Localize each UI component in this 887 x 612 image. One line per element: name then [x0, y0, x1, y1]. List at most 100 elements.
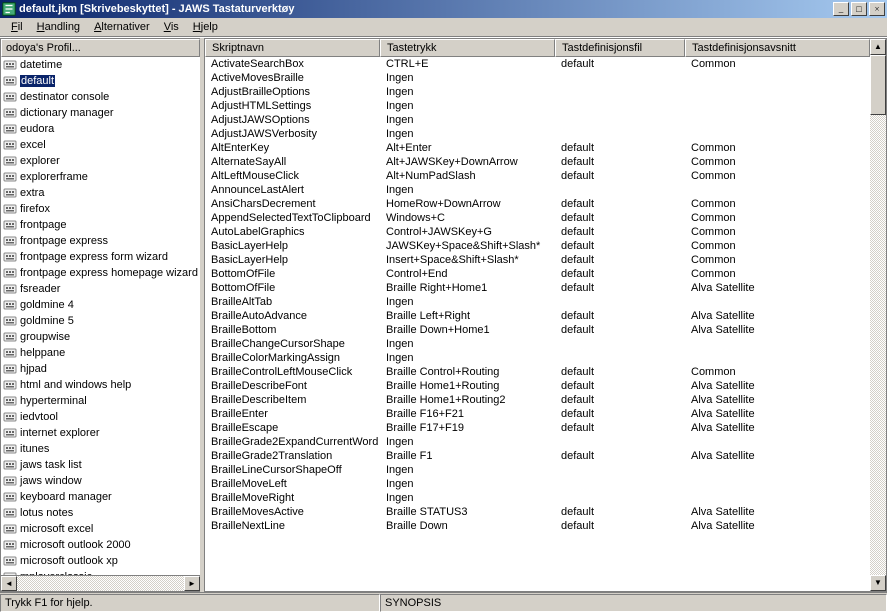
list-row[interactable]: BrailleBottomBraille Down+Home1defaultAl… — [205, 323, 870, 337]
list-row[interactable]: AlternateSayAllAlt+JAWSKey+DownArrowdefa… — [205, 155, 870, 169]
menu-handling[interactable]: Handling — [30, 19, 87, 35]
list-row[interactable]: AutoLabelGraphicsControl+JAWSKey+Gdefaul… — [205, 225, 870, 239]
menu-fil[interactable]: Fil — [4, 19, 30, 35]
menu-hjelp[interactable]: Hjelp — [186, 19, 225, 35]
list-row[interactable]: AdjustJAWSOptionsIngen — [205, 113, 870, 127]
scroll-track[interactable] — [870, 55, 886, 575]
scroll-left-icon[interactable]: ◄ — [1, 576, 17, 591]
tree-item[interactable]: extra — [1, 185, 200, 201]
list-row[interactable]: BrailleGrade2ExpandCurrentWordIngen — [205, 435, 870, 449]
tree-item[interactable]: iedvtool — [1, 409, 200, 425]
list-row[interactable]: ActivateSearchBoxCTRL+EdefaultCommon — [205, 57, 870, 71]
list-row[interactable]: BrailleLineCursorShapeOffIngen — [205, 463, 870, 477]
list-row[interactable]: AnsiCharsDecrementHomeRow+DownArrowdefau… — [205, 197, 870, 211]
scroll-up-icon[interactable]: ▲ — [870, 39, 886, 55]
list-row[interactable]: BrailleColorMarkingAssignIngen — [205, 351, 870, 365]
menu-alternativer[interactable]: Alternativer — [87, 19, 157, 35]
tree-item[interactable]: frontpage express homepage wizard — [1, 265, 200, 281]
tree-item[interactable]: itunes — [1, 441, 200, 457]
list-row[interactable]: BasicLayerHelpJAWSKey+Space&Shift+Slash*… — [205, 239, 870, 253]
list-row[interactable]: BrailleMoveRightIngen — [205, 491, 870, 505]
tree-header[interactable]: odoya's Profil... — [1, 39, 200, 57]
tree-hscroll[interactable]: ◄ ► — [1, 575, 200, 591]
scroll-thumb[interactable] — [870, 55, 886, 115]
tree-item[interactable]: jaws window — [1, 473, 200, 489]
tree-item[interactable]: keyboard manager — [1, 489, 200, 505]
column-header[interactable]: Tastetrykk — [380, 39, 555, 57]
keymap-icon — [3, 186, 17, 200]
menu-vis[interactable]: Vis — [157, 19, 186, 35]
tree-item[interactable]: frontpage express — [1, 233, 200, 249]
profile-tree[interactable]: datetimedefaultdestinator consolediction… — [1, 57, 200, 575]
list-row[interactable]: BrailleChangeCursorShapeIngen — [205, 337, 870, 351]
list-row[interactable]: ActiveMovesBrailleIngen — [205, 71, 870, 85]
list-row[interactable]: BottomOfFileControl+EnddefaultCommon — [205, 267, 870, 281]
tree-item[interactable]: lotus notes — [1, 505, 200, 521]
tree-item[interactable]: destinator console — [1, 89, 200, 105]
list-row[interactable]: BrailleEscapeBraille F17+F19defaultAlva … — [205, 421, 870, 435]
list-row[interactable]: BrailleAltTabIngen — [205, 295, 870, 309]
cell: Control+JAWSKey+G — [380, 226, 555, 238]
tree-item[interactable]: hjpad — [1, 361, 200, 377]
cell: BasicLayerHelp — [205, 254, 380, 266]
tree-item[interactable]: excel — [1, 137, 200, 153]
list-row[interactable]: BrailleAutoAdvanceBraille Left+Rightdefa… — [205, 309, 870, 323]
cell: BrailleMovesActive — [205, 506, 380, 518]
list-row[interactable]: BasicLayerHelpInsert+Space&Shift+Slash*d… — [205, 253, 870, 267]
list-row[interactable]: AdjustHTMLSettingsIngen — [205, 99, 870, 113]
cell: BrailleEscape — [205, 422, 380, 434]
maximize-button[interactable]: □ — [851, 2, 867, 16]
list-row[interactable]: BrailleDescribeItemBraille Home1+Routing… — [205, 393, 870, 407]
tree-item[interactable]: hyperterminal — [1, 393, 200, 409]
list-row[interactable]: AdjustBrailleOptionsIngen — [205, 85, 870, 99]
tree-item[interactable]: jaws task list — [1, 457, 200, 473]
list-row[interactable]: BrailleDescribeFontBraille Home1+Routing… — [205, 379, 870, 393]
tree-item[interactable]: html and windows help — [1, 377, 200, 393]
tree-item[interactable]: explorer — [1, 153, 200, 169]
cell: AltEnterKey — [205, 142, 380, 154]
list-row[interactable]: BrailleEnterBraille F16+F21defaultAlva S… — [205, 407, 870, 421]
list-row[interactable]: BrailleMovesActiveBraille STATUS3default… — [205, 505, 870, 519]
tree-item[interactable]: microsoft outlook 2000 — [1, 537, 200, 553]
scroll-right-icon[interactable]: ► — [184, 576, 200, 591]
tree-item[interactable]: firefox — [1, 201, 200, 217]
tree-item[interactable]: frontpage — [1, 217, 200, 233]
list-row[interactable]: AltEnterKeyAlt+EnterdefaultCommon — [205, 141, 870, 155]
tree-item[interactable]: default — [1, 73, 200, 89]
list-row[interactable]: BrailleNextLineBraille DowndefaultAlva S… — [205, 519, 870, 533]
tree-item[interactable]: goldmine 4 — [1, 297, 200, 313]
list-row[interactable]: BrailleGrade2TranslationBraille F1defaul… — [205, 449, 870, 463]
tree-item[interactable]: groupwise — [1, 329, 200, 345]
tree-item[interactable]: dictionary manager — [1, 105, 200, 121]
scroll-track[interactable] — [17, 576, 184, 591]
list-row[interactable]: BottomOfFileBraille Right+Home1defaultAl… — [205, 281, 870, 295]
tree-item[interactable]: microsoft outlook xp — [1, 553, 200, 569]
cell: Ingen — [380, 464, 555, 476]
tree-item[interactable]: helppane — [1, 345, 200, 361]
tree-item[interactable]: explorerframe — [1, 169, 200, 185]
list-row[interactable]: AltLeftMouseClickAlt+NumPadSlashdefaultC… — [205, 169, 870, 183]
column-header[interactable]: Skriptnavn — [205, 39, 380, 57]
tree-item[interactable]: goldmine 5 — [1, 313, 200, 329]
list-vscroll[interactable]: ▲ ▼ — [870, 39, 886, 591]
list-row[interactable]: BrailleMoveLeftIngen — [205, 477, 870, 491]
scroll-down-icon[interactable]: ▼ — [870, 575, 886, 591]
list-row[interactable]: AnnounceLastAlertIngen — [205, 183, 870, 197]
tree-item[interactable]: eudora — [1, 121, 200, 137]
list-row[interactable]: AppendSelectedTextToClipboardWindows+Cde… — [205, 211, 870, 225]
column-header[interactable]: Tastdefinisjonsfil — [555, 39, 685, 57]
tree-item[interactable]: frontpage express form wizard — [1, 249, 200, 265]
list-row[interactable]: BrailleControlLeftMouseClickBraille Cont… — [205, 365, 870, 379]
tree-item[interactable]: datetime — [1, 57, 200, 73]
tree-item[interactable]: microsoft excel — [1, 521, 200, 537]
column-header[interactable]: Tastdefinisjonsavsnitt — [685, 39, 870, 57]
list-row[interactable]: AdjustJAWSVerbosityIngen — [205, 127, 870, 141]
list-body[interactable]: ActivateSearchBoxCTRL+EdefaultCommonActi… — [205, 57, 870, 533]
cell: BrailleMoveLeft — [205, 478, 380, 490]
tree-item[interactable]: internet explorer — [1, 425, 200, 441]
status-help: Trykk F1 for hjelp. — [0, 594, 380, 612]
close-button[interactable]: × — [869, 2, 885, 16]
tree-item[interactable]: fsreader — [1, 281, 200, 297]
keymap-icon — [3, 234, 17, 248]
minimize-button[interactable]: _ — [833, 2, 849, 16]
